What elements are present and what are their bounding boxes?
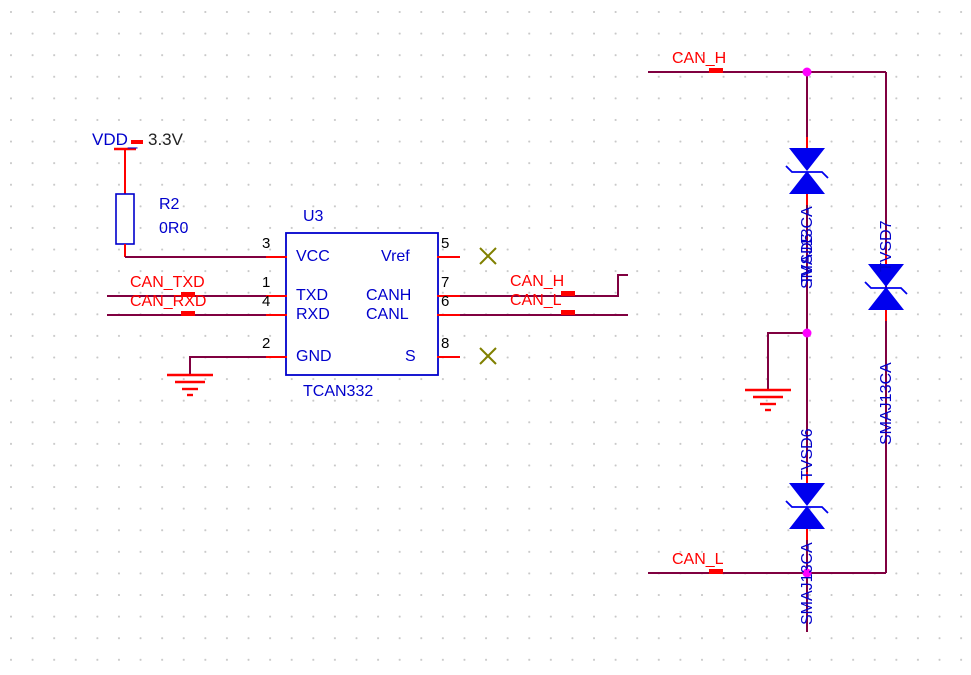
pin-name-txd: TXD (296, 287, 328, 304)
pin-number-8: 8 (441, 335, 450, 352)
pin-number-5: 5 (441, 235, 450, 252)
schematic-drawing (107, 67, 908, 632)
junction-can-h-top (802, 67, 812, 77)
tvs-diode-tvsd6-symbol[interactable] (785, 472, 829, 540)
net-label-can-h-tvs[interactable]: CAN_H (672, 51, 726, 67)
ic-designator-u3[interactable]: U3 (303, 209, 323, 225)
canh-ic-underscore-mark (561, 291, 575, 296)
canl-ic-underscore-mark (561, 310, 575, 315)
junction-tvs-center (802, 328, 812, 338)
net-label-can-rxd[interactable]: CAN_RXD (130, 294, 206, 310)
pin-number-4: 4 (262, 293, 271, 310)
canl-tvs-underscore-mark (709, 569, 723, 574)
tvs-designator-tvsd6[interactable]: TVSD6 (799, 428, 816, 480)
ground-symbol-ic[interactable] (167, 373, 213, 397)
net-label-can-txd[interactable]: CAN_TXD (130, 275, 205, 291)
tvs-diode-tvsd5-symbol[interactable] (785, 137, 829, 205)
schematic-canvas: VDD_ 3.3V R2 0R0 U3 TCAN332 VCC TXD RXD … (0, 0, 971, 675)
pin-name-canl: CANL (366, 306, 409, 323)
tvs-part-number-tvsd7[interactable]: SMAJ13CA (878, 362, 895, 445)
pin-number-1: 1 (262, 274, 271, 291)
tvs-part-number-tvsd6[interactable]: SMAJ13CA (799, 542, 816, 625)
power-voltage-comment: 3.3V (148, 130, 183, 149)
canh-tvs-underscore-mark (709, 68, 723, 73)
resistor-value-r2[interactable]: 0R0 (159, 221, 188, 237)
pin-name-vref: Vref (381, 248, 410, 265)
pin-name-s: S (405, 348, 416, 365)
power-label-vdd[interactable]: VDD_ (92, 131, 137, 148)
no-connect-vref[interactable] (479, 247, 497, 265)
pin-name-canh: CANH (366, 287, 412, 304)
tvs-part-number-tvsd5[interactable]: SMAJ13CA (799, 206, 816, 289)
ground-symbol-tvs[interactable] (745, 388, 791, 412)
pin-name-rxd: RXD (296, 306, 330, 323)
no-connect-s[interactable] (479, 347, 497, 365)
pin-number-7: 7 (441, 274, 450, 291)
pin-number-3: 3 (262, 235, 271, 252)
pin-name-gnd: GND (296, 348, 332, 365)
wire-ic-gnd[interactable] (189, 356, 266, 375)
resistor-r2-symbol[interactable] (115, 193, 135, 257)
tvs-designator-tvsd7[interactable]: TVSD7 (878, 220, 895, 272)
wire-tvs-ground-branch[interactable] (767, 332, 807, 390)
resistor-designator-r2[interactable]: R2 (159, 197, 179, 213)
power-symbol-vdd[interactable] (114, 147, 136, 194)
ic-part-number[interactable]: TCAN332 (303, 384, 373, 400)
pin-number-6: 6 (441, 293, 450, 310)
pin-number-2: 2 (262, 335, 271, 352)
pin-name-vcc: VCC (296, 248, 330, 265)
net-label-can-l-tvs[interactable]: CAN_L (672, 552, 724, 568)
net-label-can-l-ic[interactable]: CAN_L (510, 293, 562, 309)
rxd-underscore-mark (181, 311, 195, 316)
net-label-can-h-ic[interactable]: CAN_H (510, 274, 564, 290)
